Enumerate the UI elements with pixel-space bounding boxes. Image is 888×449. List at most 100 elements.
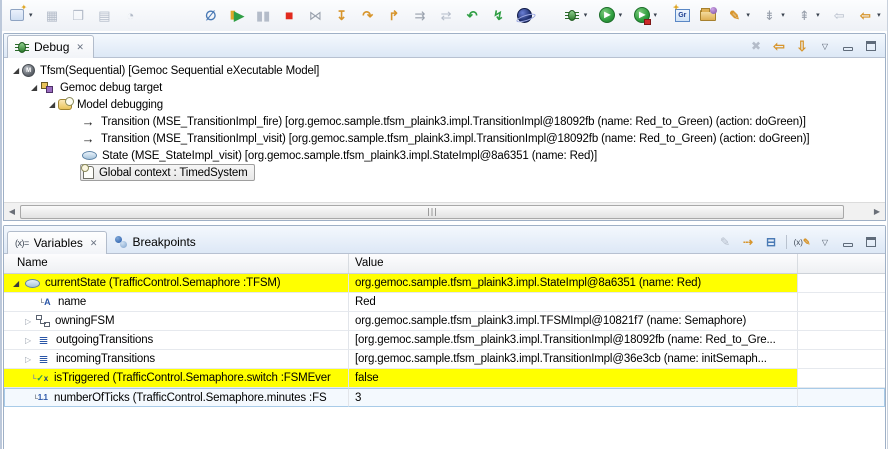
external-tools-dropdown-icon[interactable]: ▾ bbox=[651, 11, 660, 19]
new-graph-icon[interactable]: Gr bbox=[673, 6, 691, 25]
variable-row-currentState[interactable]: ◢ currentState (TrafficControl.Semaphore… bbox=[4, 274, 885, 293]
previous-annotation-icon[interactable]: ⇞ bbox=[795, 6, 813, 25]
step-backward-icon[interactable]: ↶ bbox=[463, 6, 481, 25]
collapse-all-icon[interactable]: ⊟ bbox=[763, 234, 779, 250]
tree-item-engine[interactable]: ◢ M Tfsm(Sequential) [Gemoc Sequential e… bbox=[4, 62, 885, 79]
back-icon[interactable]: ⇦ bbox=[856, 6, 874, 25]
step-down-icon[interactable]: ⇩ bbox=[794, 38, 810, 54]
scrollbar-track[interactable] bbox=[20, 204, 869, 220]
step-return-icon[interactable]: ↱ bbox=[385, 6, 403, 25]
minimize-icon[interactable] bbox=[840, 234, 856, 250]
tree-item-global-context[interactable]: Global context : TimedSystem bbox=[4, 164, 885, 181]
watch-expression-icon[interactable]: (x)✎ bbox=[794, 234, 810, 250]
resume-icon[interactable]: ▮▶ bbox=[228, 6, 246, 25]
visualize-globe-icon[interactable] bbox=[515, 6, 533, 25]
expander-icon[interactable]: ▷ bbox=[22, 317, 34, 326]
tree-item-debug-target[interactable]: ◢ Gemoc debug target bbox=[4, 79, 885, 96]
run-icon[interactable]: ▶ bbox=[598, 6, 616, 25]
suspend-icon[interactable]: ▮▮ bbox=[254, 6, 272, 25]
new-wizard-icon[interactable] bbox=[8, 6, 26, 25]
state-oval-icon bbox=[25, 279, 40, 288]
view-menu-icon[interactable]: ▽ bbox=[817, 234, 833, 250]
reference-icon bbox=[36, 315, 50, 327]
new-wizard-dropdown-icon[interactable]: ▾ bbox=[26, 11, 35, 19]
debug-view: Debug ✕ ✖ ⇦ ⇩ ▽ ◢ M Tfsm(Sequential) [Ge… bbox=[3, 33, 886, 221]
tree-item-transition-fire[interactable]: → Transition (MSE_TransitionImpl_fire) [… bbox=[4, 113, 885, 130]
show-type-names-icon[interactable]: ✎ bbox=[717, 234, 733, 250]
view-menu-icon[interactable]: ▽ bbox=[817, 38, 833, 54]
open-folder-icon[interactable] bbox=[699, 6, 717, 25]
variable-value: [org.gemoc.sample.tfsm_plaink3.impl.Tran… bbox=[349, 331, 798, 350]
variable-row-numberOfTicks[interactable]: L1.1 numberOfTicks (TrafficControl.Semap… bbox=[4, 388, 885, 407]
step-back-icon[interactable]: ⇦ bbox=[771, 38, 787, 54]
expander-icon[interactable]: ▷ bbox=[22, 336, 34, 345]
minimize-icon[interactable] bbox=[840, 38, 856, 54]
tree-item-state-visit[interactable]: State (MSE_StateImpl_visit) [org.gemoc.s… bbox=[4, 147, 885, 164]
debug-launch-icon[interactable] bbox=[563, 6, 581, 25]
scroll-right-icon[interactable]: ▶ bbox=[869, 207, 885, 216]
column-header-name[interactable]: Name bbox=[4, 254, 349, 273]
terminate-icon[interactable]: ■ bbox=[280, 6, 298, 25]
variable-name: numberOfTicks (TrafficControl.Semaphore.… bbox=[49, 392, 327, 404]
tree-item-label: Global context : TimedSystem bbox=[94, 167, 248, 179]
maximize-icon[interactable] bbox=[863, 234, 879, 250]
tab-variables[interactable]: (x)= Variables ✕ bbox=[7, 231, 107, 254]
close-icon[interactable]: ✕ bbox=[76, 42, 84, 53]
step-forward-icon[interactable]: ↯ bbox=[489, 6, 507, 25]
next-annotation-dropdown-icon[interactable]: ▾ bbox=[779, 11, 788, 19]
run-dropdown-icon[interactable]: ▾ bbox=[616, 11, 625, 19]
debug-tree: ◢ M Tfsm(Sequential) [Gemoc Sequential e… bbox=[4, 58, 885, 202]
tree-item-model-debugging[interactable]: ◢ Model debugging bbox=[4, 96, 885, 113]
mark-occurrences-icon[interactable]: ✎ bbox=[725, 6, 743, 25]
global-context-icon bbox=[83, 166, 94, 179]
next-annotation-icon[interactable]: ⇟ bbox=[760, 6, 778, 25]
variable-row-name[interactable]: LA name Red bbox=[4, 293, 885, 312]
forward-icon[interactable]: ⇦ bbox=[830, 6, 848, 25]
refresh-icon[interactable]: ◔ bbox=[121, 6, 139, 25]
remove-all-terminated-icon[interactable]: ✖ bbox=[748, 38, 764, 54]
tree-item-transition-visit[interactable]: → Transition (MSE_TransitionImpl_visit) … bbox=[4, 130, 885, 147]
drop-to-frame-icon[interactable]: ⇄ bbox=[437, 6, 455, 25]
variable-value: org.gemoc.sample.tfsm_plaink3.impl.State… bbox=[349, 274, 798, 293]
tree-item-label: Model debugging bbox=[72, 99, 163, 111]
variable-row-incomingTransitions[interactable]: ▷ ≣ incomingTransitions [org.gemoc.sampl… bbox=[4, 350, 885, 369]
maximize-icon[interactable] bbox=[863, 38, 879, 54]
debug-view-toolbar: ✖ ⇦ ⇩ ▽ bbox=[748, 38, 885, 57]
tree-item-label: Gemoc debug target bbox=[55, 82, 162, 94]
step-over-icon[interactable]: ↷ bbox=[358, 6, 376, 25]
save-icon[interactable]: ▦ bbox=[43, 6, 61, 25]
main-toolbar: ▾ ▦ ❒ ▤ ◔ ∅ ▮▶ ▮▮ ■ ⋈ ↧ ↷ ↱ ⇉ ⇄ ↶ ↯ bbox=[2, 0, 887, 31]
use-step-filters-icon[interactable]: ⇉ bbox=[411, 6, 429, 25]
close-icon[interactable]: ✕ bbox=[90, 238, 98, 249]
back-dropdown-icon[interactable]: ▾ bbox=[875, 11, 884, 19]
expander-icon[interactable]: ▷ bbox=[22, 355, 34, 364]
state-oval-icon bbox=[82, 151, 97, 160]
mark-occurrences-dropdown-icon[interactable]: ▾ bbox=[744, 11, 753, 19]
horizontal-scrollbar[interactable]: ◀ ▶ bbox=[4, 202, 885, 220]
save-all-icon[interactable]: ❒ bbox=[69, 6, 87, 25]
debug-dropdown-icon[interactable]: ▾ bbox=[581, 11, 590, 19]
print-icon[interactable]: ▤ bbox=[95, 6, 113, 25]
step-into-icon[interactable]: ↧ bbox=[332, 6, 350, 25]
previous-annotation-dropdown-icon[interactable]: ▾ bbox=[814, 11, 823, 19]
column-header-value[interactable]: Value bbox=[349, 254, 798, 273]
skip-all-breakpoints-icon[interactable]: ∅ bbox=[202, 6, 220, 25]
expander-icon[interactable]: ◢ bbox=[10, 66, 22, 75]
variable-row-owningFSM[interactable]: ▷ owningFSM org.gemoc.sample.tfsm_plaink… bbox=[4, 312, 885, 331]
show-logical-structure-icon[interactable]: ⇢ bbox=[740, 234, 756, 250]
tree-item-label: Transition (MSE_TransitionImpl_visit) [o… bbox=[96, 133, 809, 145]
external-tools-icon[interactable]: ▶ bbox=[632, 6, 650, 25]
tab-label: Breakpoints bbox=[132, 235, 195, 249]
expander-icon[interactable]: ◢ bbox=[46, 100, 58, 109]
disconnect-icon[interactable]: ⋈ bbox=[306, 6, 324, 25]
tab-debug[interactable]: Debug ✕ bbox=[7, 35, 94, 58]
expander-icon[interactable]: ◢ bbox=[28, 83, 40, 92]
variable-row-isTriggered[interactable]: L✓x isTriggered (TrafficControl.Semaphor… bbox=[4, 369, 885, 388]
scrollbar-thumb[interactable] bbox=[20, 205, 844, 219]
variable-name: owningFSM bbox=[50, 315, 114, 327]
debug-tabstrip: Debug ✕ ✖ ⇦ ⇩ ▽ bbox=[4, 34, 885, 58]
expander-icon[interactable]: ◢ bbox=[10, 279, 22, 288]
scroll-left-icon[interactable]: ◀ bbox=[4, 207, 20, 216]
variable-row-outgoingTransitions[interactable]: ▷ ≣ outgoingTransitions [org.gemoc.sampl… bbox=[4, 331, 885, 350]
tab-breakpoints[interactable]: Breakpoints bbox=[107, 231, 204, 253]
